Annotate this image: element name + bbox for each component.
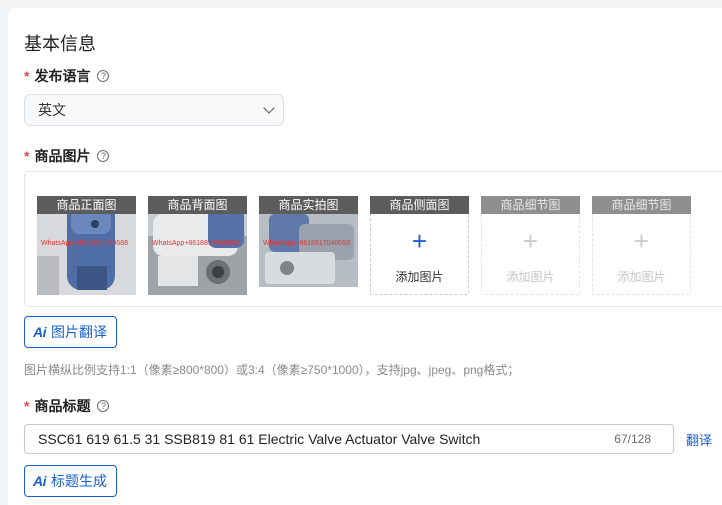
slot-caption: 商品侧面图	[370, 196, 469, 214]
image-slot-back[interactable]: WhatsApp+8618817040668 商品背面图	[148, 196, 247, 295]
title-translate-link[interactable]: 翻译	[686, 430, 712, 449]
ai-icon: Ai	[33, 473, 47, 489]
language-label-text: 发布语言	[34, 68, 91, 84]
slot-caption: 商品细节图	[592, 196, 691, 214]
image-slot-detail-1: 商品细节图 + 添加图片	[481, 196, 580, 295]
language-select[interactable]: 英文	[24, 94, 284, 126]
title-generate-label: 标题生成	[51, 473, 107, 489]
title-generate-button[interactable]: Ai 标题生成	[24, 465, 117, 497]
required-mark: *	[24, 398, 30, 414]
image-slot-real[interactable]: WhatsApp+8618817040668 商品实拍图	[259, 196, 358, 295]
title-label-text: 商品标题	[34, 398, 91, 414]
help-icon[interactable]: ?	[97, 400, 110, 412]
slot-caption: 商品实拍图	[259, 196, 358, 214]
image-translate-button[interactable]: Ai 图片翻译	[24, 316, 117, 348]
language-label: * 发布语言 ?	[24, 66, 110, 86]
product-title-input[interactable]: SSC61 619 61.5 31 SSB819 81 61 Electric …	[24, 424, 674, 454]
add-image-label: 添加图片	[506, 270, 555, 284]
slot-caption: 商品细节图	[481, 196, 580, 214]
image-slot-side[interactable]: 商品侧面图 + 添加图片	[370, 196, 469, 295]
help-icon[interactable]: ?	[97, 150, 110, 162]
help-icon[interactable]: ?	[97, 70, 110, 82]
chevron-down-icon	[263, 102, 275, 114]
plus-icon: +	[411, 226, 428, 256]
plus-icon: +	[633, 226, 650, 256]
add-image-label: 添加图片	[395, 270, 444, 284]
image-slot-detail-2: 商品细节图 + 添加图片	[592, 196, 691, 295]
language-select-value: 英文	[38, 102, 66, 118]
image-translate-label: 图片翻译	[51, 324, 107, 340]
watermark-text: WhatsApp+8618817040668	[41, 240, 128, 247]
add-image-label: 添加图片	[617, 270, 666, 284]
watermark-text: WhatsApp+8618817040668	[263, 240, 350, 247]
image-slot-front[interactable]: WhatsApp+8618817040668 商品正面图	[37, 196, 136, 295]
section-title: 基本信息	[24, 34, 96, 54]
plus-icon: +	[522, 226, 539, 256]
images-label: * 商品图片 ?	[24, 146, 110, 166]
char-counter: 67/128	[614, 432, 651, 446]
watermark-text: WhatsApp+8618817040668	[152, 240, 239, 247]
product-title-value: SSC61 619 61.5 31 SSB819 81 61 Electric …	[38, 431, 481, 447]
title-label: * 商品标题 ?	[24, 396, 110, 416]
ai-icon: Ai	[33, 324, 47, 340]
images-label-text: 商品图片	[34, 148, 91, 164]
required-mark: *	[24, 148, 30, 164]
slot-caption: 商品正面图	[37, 196, 136, 214]
slot-caption: 商品背面图	[148, 196, 247, 214]
image-format-hint: 图片横纵比例支持1:1（像素≥800*800）或3:4（像素≥750*1000）…	[24, 363, 520, 377]
required-mark: *	[24, 68, 30, 84]
